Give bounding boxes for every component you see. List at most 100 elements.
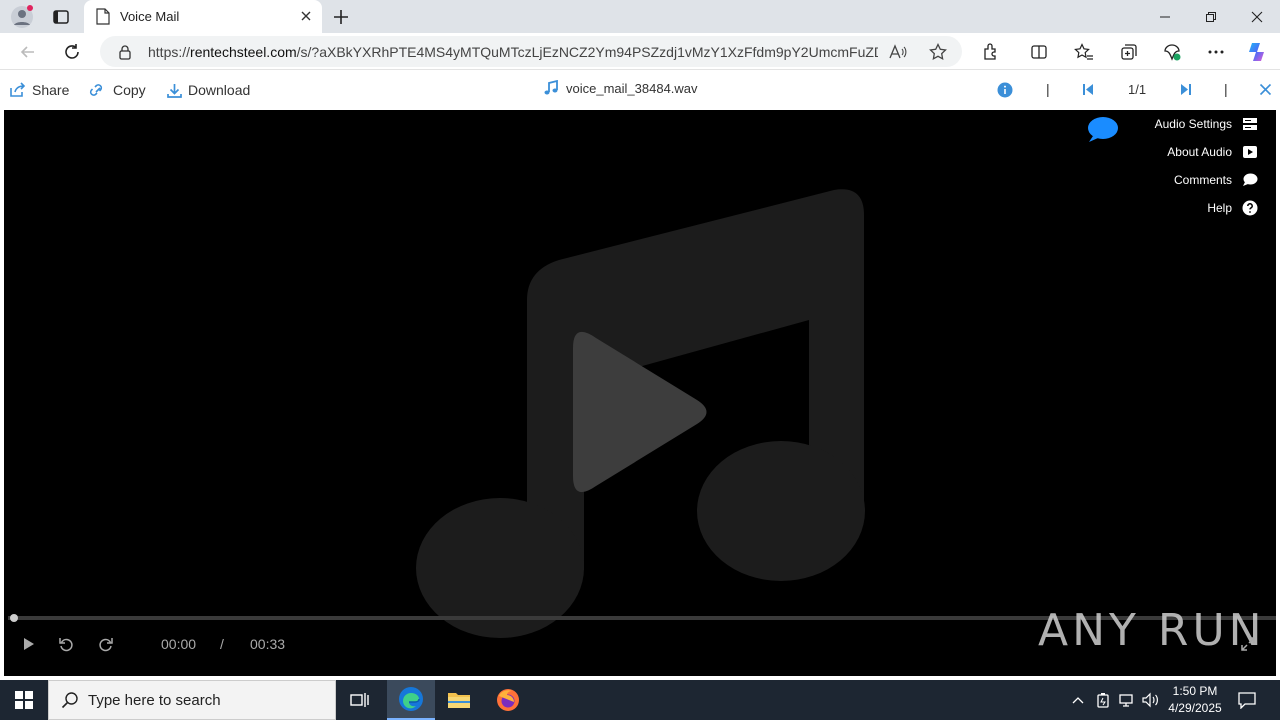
file-explorer-button[interactable] <box>435 680 483 720</box>
toolbar-separator: | <box>1224 81 1228 97</box>
firefox-button[interactable] <box>484 680 532 720</box>
url-scheme: https:// <box>148 44 191 60</box>
viewer-toolbar: Share Copy Download voice_mail_38484.wav… <box>0 70 1280 110</box>
search-placeholder: Type here to search <box>88 692 221 709</box>
taskbar: Type here to search 1:50 PM 4/29/2025 <box>0 680 1280 720</box>
comments-menu-item[interactable]: Comments <box>1174 171 1258 189</box>
document-icon <box>96 8 110 25</box>
tab-title: Voice Mail <box>120 9 180 24</box>
audio-player[interactable]: Audio Settings About Audio Comments Help… <box>4 110 1276 676</box>
fullscreen-button[interactable] <box>1238 634 1258 654</box>
about-audio-label: About Audio <box>1167 145 1232 159</box>
volume-icon[interactable] <box>1141 690 1161 710</box>
task-view-button[interactable] <box>336 680 384 720</box>
audio-settings-label: Audio Settings <box>1154 117 1232 131</box>
battery-icon[interactable] <box>1093 690 1113 710</box>
anyrun-watermark: ANY RUN <box>1038 605 1266 656</box>
last-page-icon[interactable] <box>1180 83 1192 101</box>
play-icon <box>24 638 34 650</box>
more-icon[interactable] <box>1204 40 1228 64</box>
url-bar[interactable]: https://rentechsteel.com/s/?aXBkYXRhPTE4… <box>100 36 962 67</box>
progress-handle[interactable] <box>10 614 18 622</box>
download-button[interactable]: Download <box>167 80 250 100</box>
star-icon[interactable] <box>928 42 948 62</box>
close-icon[interactable] <box>298 8 314 24</box>
share-icon <box>10 82 26 97</box>
file-title: voice_mail_38484.wav <box>543 80 698 96</box>
lock-icon[interactable] <box>118 44 132 65</box>
about-audio-menu-item[interactable]: About Audio <box>1167 143 1258 161</box>
read-aloud-icon[interactable] <box>888 42 908 62</box>
download-icon <box>167 83 182 98</box>
back-icon[interactable] <box>16 40 40 64</box>
rewind-icon <box>59 638 73 652</box>
restore-icon[interactable] <box>1188 0 1234 33</box>
edge-icon <box>399 687 423 711</box>
start-button[interactable] <box>0 680 48 720</box>
help-icon <box>1242 200 1258 216</box>
favorites-icon[interactable] <box>1072 40 1096 64</box>
play-button[interactable] <box>19 634 39 654</box>
watermark-text: ANY RUN <box>1038 605 1266 656</box>
copy-button[interactable]: Copy <box>89 80 146 100</box>
first-page-icon[interactable] <box>1082 83 1094 101</box>
duration: 00:33 <box>250 636 286 652</box>
link-icon <box>89 84 103 96</box>
page-indicator: 1/1 <box>1128 82 1147 97</box>
copy-label: Copy <box>113 82 146 98</box>
file-name: voice_mail_38484.wav <box>566 80 698 96</box>
clock-date: 4/29/2025 <box>1168 701 1222 715</box>
minimize-icon[interactable] <box>1142 0 1188 33</box>
settings-bars-icon <box>1243 118 1257 130</box>
profile-icon[interactable] <box>10 5 34 29</box>
edge-taskbar-button[interactable] <box>387 680 435 720</box>
help-label: Help <box>1207 201 1232 215</box>
help-menu-item[interactable]: Help <box>1207 199 1258 217</box>
audio-settings-menu-item[interactable]: Audio Settings <box>1155 115 1258 133</box>
extensions-icon[interactable] <box>979 40 1003 64</box>
comments-label: Comments <box>1173 173 1232 187</box>
share-button[interactable]: Share <box>9 80 69 100</box>
info-icon[interactable] <box>997 82 1013 103</box>
collections-icon[interactable] <box>1117 40 1141 64</box>
url-host: rentechsteel.com <box>190 44 297 60</box>
clock-time: 1:50 PM <box>1172 684 1218 698</box>
taskbar-clock[interactable]: 1:50 PM 4/29/2025 <box>1164 683 1226 717</box>
video-icon <box>1243 146 1257 158</box>
music-note-icon <box>416 189 865 638</box>
close-window-icon[interactable] <box>1234 0 1280 33</box>
browser-tab-bar: Voice Mail <box>0 0 1280 33</box>
fullscreen-icon <box>1241 637 1255 651</box>
url-path: /s/?aXBkYXRhPTE4MS4yMTQuMTczLjEzNCZ2Ym94… <box>296 44 878 60</box>
close-viewer-icon[interactable] <box>1259 83 1272 101</box>
share-label: Share <box>32 82 70 98</box>
music-note-icon <box>544 80 558 95</box>
current-time: 00:00 <box>161 636 197 652</box>
chat-bubble-icon[interactable] <box>1087 116 1119 149</box>
windows-icon <box>15 691 33 709</box>
browser-essentials-icon[interactable] <box>1160 40 1184 64</box>
rewind-button[interactable] <box>56 634 76 654</box>
url-text[interactable]: https://rentechsteel.com/s/?aXBkYXRhPTE4… <box>148 44 878 60</box>
firefox-icon <box>497 689 519 711</box>
file-explorer-icon <box>448 693 470 708</box>
split-screen-icon[interactable] <box>1027 40 1051 64</box>
download-label: Download <box>188 82 251 98</box>
tab-voice-mail[interactable]: Voice Mail <box>84 0 322 33</box>
forward-button[interactable] <box>96 634 116 654</box>
notification-icon[interactable] <box>1237 690 1257 710</box>
forward-icon <box>99 638 113 652</box>
toolbar-separator: | <box>1046 81 1050 97</box>
search-icon <box>61 691 79 714</box>
comment-icon <box>1243 173 1258 186</box>
time-separator: / <box>220 636 224 652</box>
address-bar: https://rentechsteel.com/s/?aXBkYXRhPTE4… <box>0 33 1280 70</box>
tab-actions-icon[interactable] <box>50 6 72 28</box>
chevron-up-icon[interactable] <box>1068 690 1088 710</box>
network-icon[interactable] <box>1117 690 1137 710</box>
task-view-icon <box>350 693 369 707</box>
taskbar-search[interactable]: Type here to search <box>48 680 336 720</box>
plus-icon[interactable] <box>330 6 352 28</box>
refresh-icon[interactable] <box>60 40 84 64</box>
copilot-icon[interactable] <box>1245 40 1269 64</box>
